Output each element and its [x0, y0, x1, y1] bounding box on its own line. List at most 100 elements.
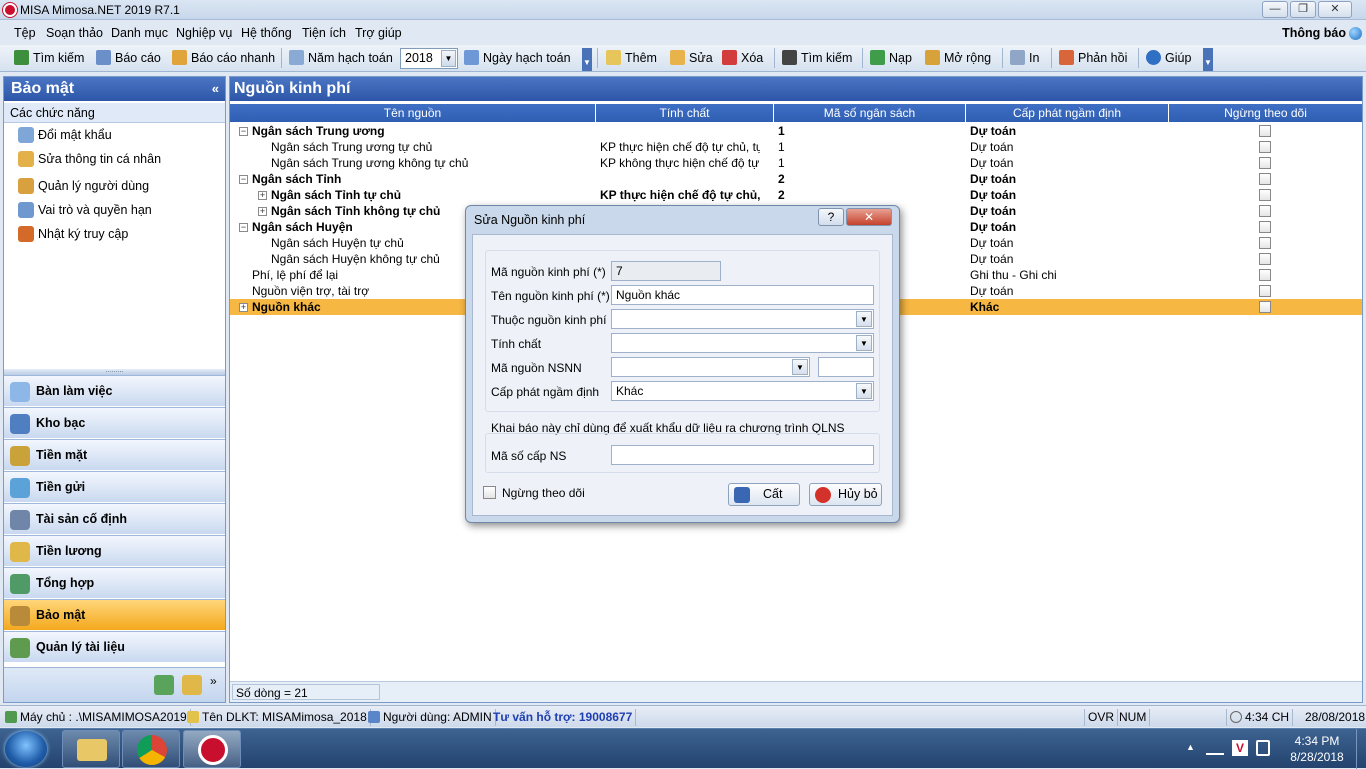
report-button[interactable]: Báo cáo: [96, 50, 161, 65]
table-row[interactable]: Ngân sách Trung ương không tự chủ KP khôn…: [230, 155, 1362, 171]
parent-source-select[interactable]: ▼: [611, 309, 874, 329]
table-row[interactable]: + Ngân sách Tỉnh tự chủ KP thực hiện chế đ…: [230, 187, 1362, 203]
menu-system[interactable]: Hệ thống: [241, 26, 292, 40]
stop-tracking-checkbox[interactable]: [1259, 141, 1271, 153]
nav-deposit[interactable]: Tiền gửi: [4, 471, 225, 502]
load-button[interactable]: Nạp: [870, 50, 912, 65]
code-field[interactable]: 7: [611, 261, 721, 281]
expand-icon[interactable]: +: [239, 303, 248, 312]
stop-tracking-checkbox[interactable]: [483, 486, 496, 499]
menu-edit[interactable]: Soạn thảo: [46, 26, 103, 40]
clock-time[interactable]: 4:34 PM: [1282, 734, 1352, 748]
roles-permissions-item[interactable]: Vai trò và quyền hạn: [18, 202, 152, 218]
folders-icon[interactable]: [182, 675, 202, 695]
col-stop-tracking[interactable]: Ngừng theo dõi: [1169, 104, 1362, 122]
more-icon[interactable]: »: [210, 674, 217, 688]
nav-cash[interactable]: Tiền mặt: [4, 439, 225, 470]
expand-icon[interactable]: +: [258, 191, 267, 200]
help-button[interactable]: Giúp: [1146, 50, 1191, 65]
stop-tracking-checkbox[interactable]: [1259, 189, 1271, 201]
budget-level-code-field[interactable]: [611, 445, 874, 465]
default-allocation-select[interactable]: Khác ▼: [611, 381, 874, 401]
nature-select[interactable]: ▼: [611, 333, 874, 353]
nav-desk[interactable]: Bàn làm việc: [4, 375, 225, 406]
save-button[interactable]: Cất: [728, 483, 800, 506]
feedback-button[interactable]: Phản hồi: [1059, 50, 1127, 65]
chevron-down-icon[interactable]: ▼: [856, 311, 872, 327]
collapse-icon[interactable]: −: [239, 175, 248, 184]
quick-report-button[interactable]: Báo cáo nhanh: [172, 50, 275, 65]
network-icon[interactable]: [1206, 741, 1224, 755]
nav-general-ledger[interactable]: Tổng hợp: [4, 567, 225, 598]
menu-utilities[interactable]: Tiện ích: [302, 26, 346, 40]
col-budget-code[interactable]: Mã số ngân sách: [774, 104, 966, 122]
nsnn-code-select[interactable]: ▼: [611, 357, 810, 377]
col-nature[interactable]: Tính chất: [596, 104, 774, 122]
notification-link[interactable]: Thông báo: [1282, 26, 1346, 40]
stop-tracking-checkbox[interactable]: [1259, 301, 1271, 313]
maximize-button[interactable]: ❐: [1290, 1, 1316, 18]
device-icon[interactable]: [1256, 740, 1270, 756]
dialog-close-button[interactable]: ✕: [846, 208, 892, 226]
antivirus-icon[interactable]: V: [1232, 740, 1248, 756]
expand-button[interactable]: Mở rộng: [925, 50, 991, 65]
stop-tracking-checkbox[interactable]: [1259, 125, 1271, 137]
menu-file[interactable]: Tệp: [14, 26, 36, 40]
edit-profile-item[interactable]: Sửa thông tin cá nhân: [18, 151, 161, 167]
edit-button[interactable]: Sửa: [670, 50, 713, 65]
search-toolbar-button[interactable]: Tìm kiếm: [14, 50, 84, 65]
cancel-button[interactable]: Hủy bỏ: [809, 483, 882, 506]
nav-security[interactable]: Bảo mật: [4, 599, 225, 630]
collapse-icon[interactable]: «: [212, 81, 219, 96]
fiscal-year-select[interactable]: 2018 ▼: [400, 48, 458, 69]
chevron-down-icon[interactable]: ▼: [792, 359, 808, 375]
nav-treasury[interactable]: Kho bạc: [4, 407, 225, 438]
menu-catalog[interactable]: Danh mục: [111, 26, 168, 40]
user-management-item[interactable]: Quản lý người dùng: [18, 178, 149, 194]
minimize-button[interactable]: —: [1262, 1, 1288, 18]
chevron-down-icon[interactable]: ▼: [441, 50, 456, 67]
clock-date[interactable]: 8/28/2018: [1282, 750, 1352, 764]
print-button[interactable]: In: [1010, 50, 1039, 65]
nsnn-name-field[interactable]: [818, 357, 874, 377]
nav-fixed-assets[interactable]: Tài sản cố định: [4, 503, 225, 534]
collapse-icon[interactable]: −: [239, 223, 248, 232]
checklist-icon[interactable]: [154, 675, 174, 695]
table-row[interactable]: − Ngân sách Tỉnh 2 Dự toán: [230, 171, 1362, 187]
toolbar-grip-left[interactable]: ▼: [582, 48, 592, 71]
collapse-icon[interactable]: −: [239, 127, 248, 136]
menu-operations[interactable]: Nghiệp vụ: [176, 26, 232, 40]
access-log-item[interactable]: Nhật ký truy cập: [18, 226, 128, 242]
chevron-down-icon[interactable]: ▼: [856, 383, 872, 399]
close-window-button[interactable]: ✕: [1318, 1, 1352, 18]
show-desktop-button[interactable]: [1356, 729, 1366, 769]
windows-start-icon[interactable]: [5, 731, 47, 767]
stop-tracking-checkbox[interactable]: [1259, 269, 1271, 281]
posting-date-button[interactable]: Ngày hạch toán: [464, 50, 571, 65]
chevron-down-icon[interactable]: ▼: [856, 335, 872, 351]
taskbar-explorer[interactable]: [62, 730, 120, 768]
toolbar-grip-right[interactable]: ▼: [1203, 48, 1213, 71]
name-field[interactable]: Nguồn khác: [611, 285, 874, 305]
taskbar-chrome[interactable]: [122, 730, 180, 768]
expand-icon[interactable]: +: [258, 207, 267, 216]
table-row[interactable]: Ngân sách Trung ương tự chủ KP thực hiện …: [230, 139, 1362, 155]
menu-help[interactable]: Trợ giúp: [355, 26, 402, 40]
stop-tracking-checkbox[interactable]: [1259, 157, 1271, 169]
nav-salary[interactable]: Tiền lương: [4, 535, 225, 566]
stop-tracking-checkbox[interactable]: [1259, 285, 1271, 297]
change-password-item[interactable]: Đổi mật khẩu: [18, 127, 112, 143]
stop-tracking-checkbox[interactable]: [1259, 253, 1271, 265]
nav-documents[interactable]: Quản lý tài liệu: [4, 631, 225, 662]
col-source-name[interactable]: Tên nguồn: [230, 104, 596, 122]
taskbar-misa[interactable]: [183, 730, 241, 768]
tray-expand-icon[interactable]: ▲: [1186, 742, 1195, 752]
find-button[interactable]: Tìm kiếm: [782, 50, 852, 65]
table-row[interactable]: − Ngân sách Trung ương 1 Dự toán: [230, 123, 1362, 139]
stop-tracking-checkbox[interactable]: [1259, 237, 1271, 249]
dialog-help-button[interactable]: ?: [818, 208, 844, 226]
add-button[interactable]: Thêm: [606, 50, 657, 65]
stop-tracking-checkbox[interactable]: [1259, 221, 1271, 233]
stop-tracking-checkbox[interactable]: [1259, 173, 1271, 185]
delete-button[interactable]: Xóa: [722, 50, 763, 65]
